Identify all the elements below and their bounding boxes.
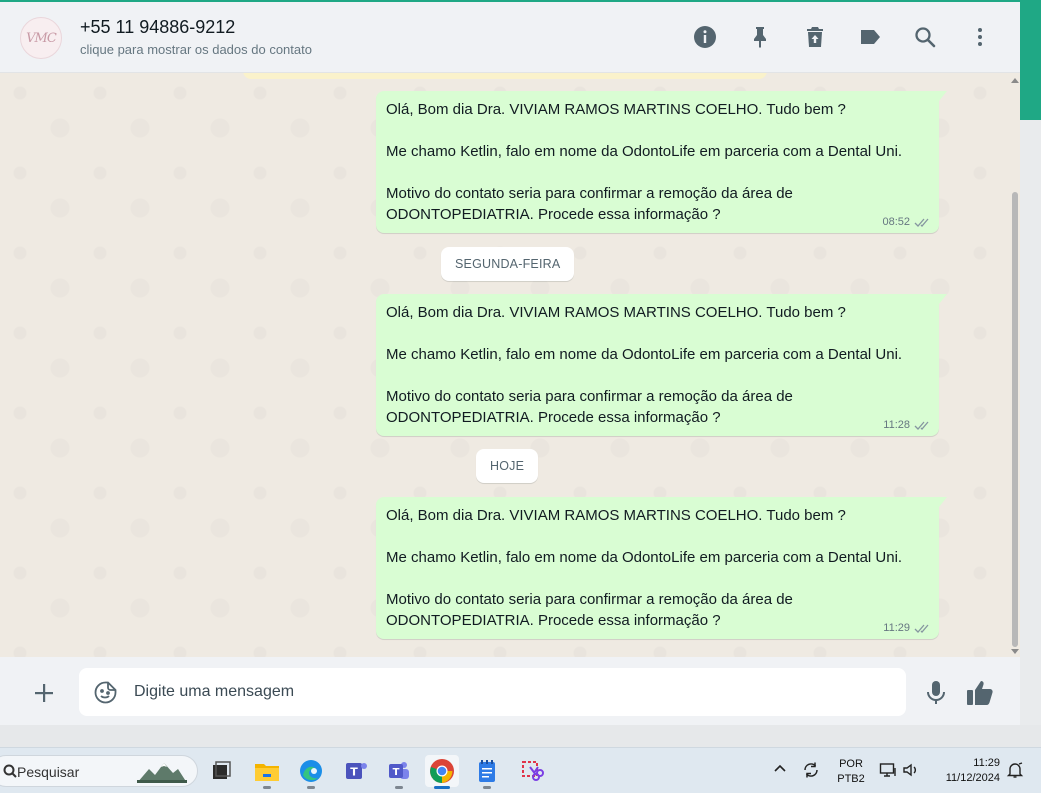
outgoing-message[interactable]: Olá, Bom dia Dra. VIVIAM RAMOS MARTINS C… xyxy=(376,294,947,436)
more-icon[interactable] xyxy=(967,24,993,50)
plus-icon xyxy=(35,684,53,702)
mountain-icon xyxy=(137,763,187,783)
attach-button[interactable] xyxy=(30,679,58,707)
double-check-icon xyxy=(914,624,929,633)
notification-bell-icon[interactable] xyxy=(1006,761,1024,779)
message-line: Me chamo Ketlin, falo em nome da OdontoL… xyxy=(386,143,903,160)
window-edge-accent xyxy=(1020,0,1041,120)
message-line: Olá, Bom dia Dra. VIVIAM RAMOS MARTINS C… xyxy=(386,304,846,321)
message-line: ODONTOPEDIATRIA. Procede essa informação… xyxy=(386,612,721,629)
magnifier-icon xyxy=(3,764,17,778)
scrollbar-thumb[interactable] xyxy=(1012,192,1018,647)
svg-text:T: T xyxy=(393,767,400,778)
speaker-icon[interactable] xyxy=(902,761,920,779)
date-separator: HOJE xyxy=(476,449,539,483)
teams-classic-icon[interactable]: T xyxy=(339,755,373,787)
message-line: Olá, Bom dia Dra. VIVIAM RAMOS MARTINS C… xyxy=(386,101,846,118)
language-code: POR xyxy=(839,758,863,770)
message-line: Motivo do contato seria para confirmar a… xyxy=(386,388,793,405)
snipping-tool-icon[interactable] xyxy=(515,755,549,787)
window-gap xyxy=(0,725,1041,747)
double-check-icon xyxy=(914,218,929,227)
chat-header[interactable]: VMC +55 11 94886-9212 clique para mostra… xyxy=(0,2,1020,73)
message-time: 11:29 xyxy=(883,622,910,634)
label-icon[interactable] xyxy=(857,24,883,50)
conversation-panel[interactable]: Olá, Bom dia Dra. VIVIAM RAMOS MARTINS C… xyxy=(0,73,1020,657)
outgoing-message[interactable]: Olá, Bom dia Dra. VIVIAM RAMOS MARTINS C… xyxy=(376,497,947,639)
clock-time: 11:29 xyxy=(973,757,1000,769)
whatsapp-window: VMC +55 11 94886-9212 clique para mostra… xyxy=(0,0,1020,727)
message-time: 11:28 xyxy=(883,419,910,431)
task-view-icon[interactable] xyxy=(204,755,238,787)
notepad-icon[interactable] xyxy=(470,755,504,789)
system-clock[interactable]: 11:29 11/12/2024 xyxy=(930,756,1000,786)
compose-bar xyxy=(0,657,1020,727)
app-running-indicator xyxy=(307,786,315,789)
message-meta: 08:52 xyxy=(882,216,931,228)
previous-message-edge xyxy=(243,73,767,79)
window-edge xyxy=(1020,120,1041,747)
double-check-icon xyxy=(914,421,929,430)
message-line: ODONTOPEDIATRIA. Procede essa informação… xyxy=(386,206,721,223)
contact-avatar[interactable]: VMC xyxy=(20,17,62,59)
message-meta: 11:28 xyxy=(883,419,931,431)
scroll-down-arrow[interactable] xyxy=(1011,649,1019,654)
voice-message-button[interactable] xyxy=(924,679,948,707)
message-line: Motivo do contato seria para confirmar a… xyxy=(386,591,793,608)
message-line: Me chamo Ketlin, falo em nome da OdontoL… xyxy=(386,549,903,566)
keyboard-layout: PTB2 xyxy=(837,773,865,785)
trash-icon[interactable] xyxy=(802,24,828,50)
teams-icon[interactable]: T xyxy=(382,755,416,789)
contact-info-hint[interactable]: clique para mostrar os dados do contato xyxy=(80,42,312,57)
compose-box[interactable] xyxy=(79,668,906,716)
outgoing-message[interactable]: Olá, Bom dia Dra. VIVIAM RAMOS MARTINS C… xyxy=(376,91,947,233)
message-input[interactable] xyxy=(134,668,894,716)
pin-icon[interactable] xyxy=(747,24,773,50)
message-line: Olá, Bom dia Dra. VIVIAM RAMOS MARTINS C… xyxy=(386,507,846,524)
svg-text:T: T xyxy=(350,766,358,779)
sticker-icon[interactable] xyxy=(93,680,118,705)
chrome-icon[interactable] xyxy=(425,755,459,789)
message-line: Motivo do contato seria para confirmar a… xyxy=(386,185,793,202)
search-icon[interactable] xyxy=(912,24,938,50)
app-active-indicator xyxy=(434,786,450,789)
message-line: Me chamo Ketlin, falo em nome da OdontoL… xyxy=(386,346,903,363)
windows-taskbar: Pesquisar T T POR PTB2 11:29 11/12/2024 xyxy=(0,747,1041,793)
mic-icon xyxy=(927,681,945,704)
scroll-up-arrow[interactable] xyxy=(1011,78,1019,83)
avatar-logo-text: VMC xyxy=(26,30,57,46)
clock-date: 11/12/2024 xyxy=(945,772,1000,784)
taskbar-search[interactable]: Pesquisar xyxy=(0,755,198,787)
edge-icon[interactable] xyxy=(294,755,328,789)
message-time: 08:52 xyxy=(882,216,910,228)
app-running-indicator xyxy=(483,786,491,789)
message-meta: 11:29 xyxy=(883,622,931,634)
contact-name[interactable]: +55 11 94886-9212 xyxy=(80,17,235,38)
thumbs-up-icon xyxy=(967,681,993,705)
sync-icon[interactable] xyxy=(801,760,821,780)
file-explorer-icon[interactable] xyxy=(250,755,284,789)
display-icon[interactable] xyxy=(879,761,897,779)
like-button[interactable] xyxy=(965,679,995,707)
input-language[interactable]: POR PTB2 xyxy=(836,757,866,787)
chevron-up-icon[interactable] xyxy=(773,762,787,776)
taskbar-search-label: Pesquisar xyxy=(17,764,80,780)
app-running-indicator xyxy=(395,786,403,789)
message-line: ODONTOPEDIATRIA. Procede essa informação… xyxy=(386,409,721,426)
info-icon[interactable] xyxy=(692,24,718,50)
date-separator: SEGUNDA-FEIRA xyxy=(441,247,575,281)
app-running-indicator xyxy=(263,786,271,789)
